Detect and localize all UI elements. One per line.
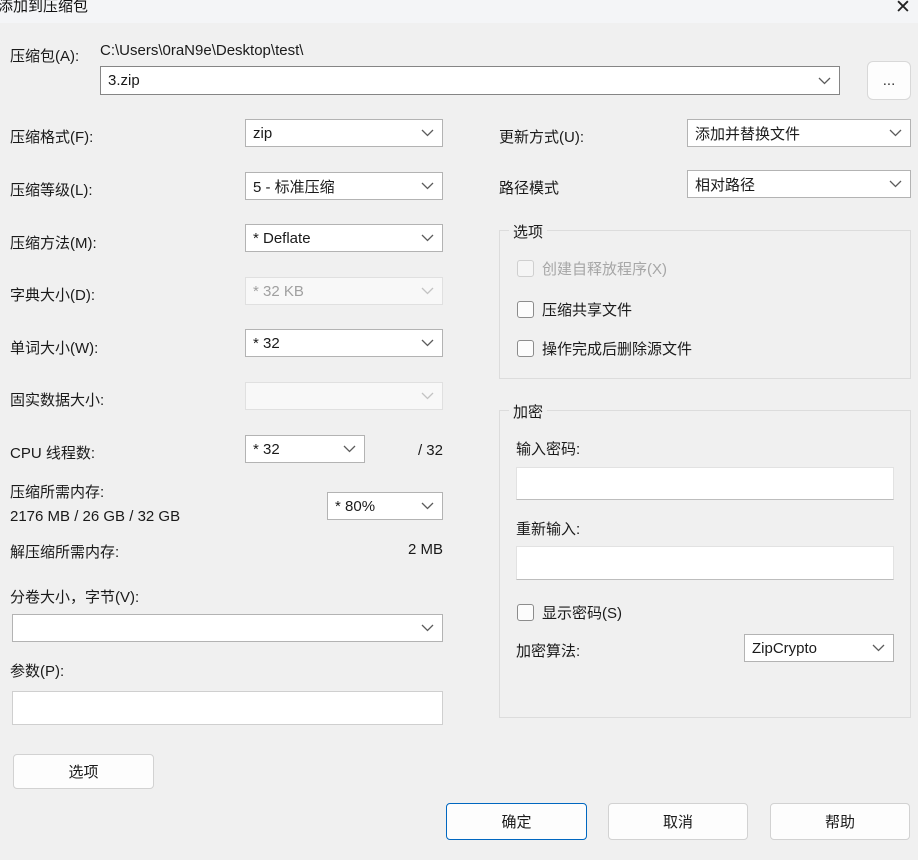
create-sfx-label: 创建自释放程序(X) (542, 261, 667, 278)
checkbox-icon (517, 301, 534, 318)
chevron-down-icon (421, 234, 434, 242)
update-mode-value: 添加并替换文件 (695, 125, 801, 143)
level-label: 压缩等级(L): (10, 182, 93, 199)
create-sfx-checkbox: 创建自释放程序(X) (517, 258, 667, 279)
chevron-down-icon (421, 392, 434, 400)
dictionary-label: 字典大小(D): (10, 287, 95, 304)
options-button[interactable]: 选项 (13, 754, 154, 789)
reenter-password-label: 重新输入: (516, 521, 581, 538)
browse-button[interactable]: ... (867, 61, 911, 100)
word-size-value: * 32 (253, 334, 280, 352)
encryption-method-combobox[interactable]: ZipCrypto (744, 634, 894, 662)
volume-size-label: 分卷大小，字节(V): (10, 589, 140, 606)
chevron-down-icon (421, 129, 434, 137)
chevron-down-icon (889, 180, 902, 188)
archive-label: 压缩包(A): (10, 48, 80, 65)
level-value: 5 - 标准压缩 (253, 178, 335, 196)
compress-shared-checkbox[interactable]: 压缩共享文件 (517, 299, 632, 320)
method-value: * Deflate (253, 229, 311, 247)
help-button[interactable]: 帮助 (770, 803, 910, 840)
method-combobox[interactable]: * Deflate (245, 224, 443, 252)
show-password-checkbox[interactable]: 显示密码(S) (517, 602, 622, 623)
memory-decompress-value: 2 MB (407, 541, 443, 558)
encryption-method-label: 加密算法: (516, 643, 581, 660)
solid-size-label: 固实数据大小: (10, 392, 105, 409)
dictionary-value: * 32 KB (253, 282, 304, 300)
path-mode-label: 路径模式 (499, 180, 560, 197)
title-bar: 添加到压缩包 ✕ (0, 0, 918, 23)
compress-shared-label: 压缩共享文件 (542, 302, 633, 319)
checkbox-icon (517, 260, 534, 277)
window-title: 添加到压缩包 (0, 0, 89, 15)
path-mode-value: 相对路径 (695, 176, 756, 194)
memory-compress-label: 压缩所需内存: (10, 484, 105, 501)
encryption-method-value: ZipCrypto (752, 639, 818, 657)
reenter-password-input[interactable] (516, 546, 894, 580)
parameters-label: 参数(P): (10, 663, 65, 680)
options-group-title: 选项 (509, 221, 548, 242)
memory-decompress-label: 解压缩所需内存: (10, 544, 120, 561)
format-combobox[interactable]: zip (245, 119, 443, 147)
chevron-down-icon (421, 624, 434, 632)
volume-size-combobox[interactable] (12, 614, 443, 642)
cancel-button[interactable]: 取消 (608, 803, 748, 840)
cpu-threads-max: / 32 (417, 442, 443, 459)
cpu-threads-label: CPU 线程数: (10, 445, 96, 462)
archive-name-value: 3.zip (108, 72, 140, 89)
enter-password-input[interactable] (516, 467, 894, 500)
memory-usage-value: * 80% (335, 497, 376, 515)
close-icon[interactable]: ✕ (890, 0, 916, 20)
solid-size-combobox (245, 382, 443, 410)
archive-path: C:\Users\0raN9e\Desktop\test\ (100, 42, 304, 59)
word-size-combobox[interactable]: * 32 (245, 329, 443, 357)
ok-button[interactable]: 确定 (446, 803, 587, 840)
enter-password-label: 输入密码: (516, 441, 581, 458)
cpu-threads-value: * 32 (253, 440, 280, 458)
format-label: 压缩格式(F): (10, 129, 94, 146)
chevron-down-icon (872, 644, 885, 652)
level-combobox[interactable]: 5 - 标准压缩 (245, 172, 443, 200)
checkbox-icon (517, 604, 534, 621)
chevron-down-icon (421, 502, 434, 510)
delete-after-label: 操作完成后删除源文件 (542, 341, 693, 358)
path-mode-combobox[interactable]: 相对路径 (687, 170, 911, 198)
archive-name-combobox[interactable]: 3.zip (100, 66, 840, 95)
memory-compress-detail: 2176 MB / 26 GB / 32 GB (10, 508, 181, 525)
show-password-label: 显示密码(S) (542, 605, 622, 622)
update-mode-combobox[interactable]: 添加并替换文件 (687, 119, 911, 147)
chevron-down-icon (889, 129, 902, 137)
chevron-down-icon (421, 182, 434, 190)
chevron-down-icon (421, 287, 434, 295)
checkbox-icon (517, 340, 534, 357)
chevron-down-icon (421, 339, 434, 347)
update-mode-label: 更新方式(U): (499, 129, 584, 146)
word-size-label: 单词大小(W): (10, 340, 99, 357)
dictionary-combobox: * 32 KB (245, 277, 443, 305)
format-value: zip (253, 124, 273, 142)
encryption-group-title: 加密 (509, 401, 548, 422)
chevron-down-icon (818, 77, 831, 85)
memory-usage-combobox[interactable]: * 80% (327, 492, 443, 520)
delete-after-checkbox[interactable]: 操作完成后删除源文件 (517, 338, 692, 359)
parameters-input[interactable] (12, 691, 443, 725)
method-label: 压缩方法(M): (10, 235, 97, 252)
